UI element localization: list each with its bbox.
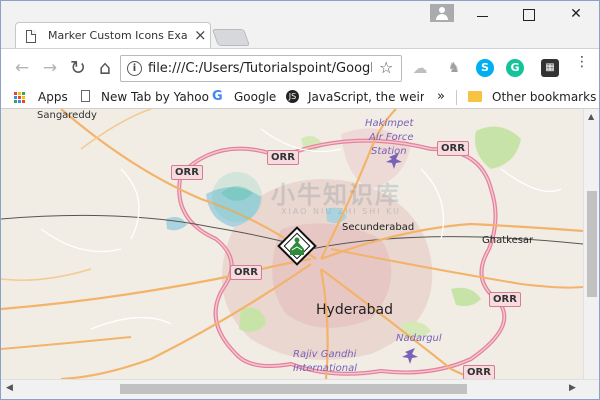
vertical-scrollbar[interactable]: ▲ (583, 109, 599, 379)
grammarly-icon[interactable]: G (506, 59, 524, 77)
apps-grid-icon (14, 92, 26, 104)
tab-title: Marker Custom Icons Exa (48, 29, 188, 42)
scroll-up-icon[interactable]: ▲ (588, 112, 594, 121)
forward-button[interactable]: → (39, 57, 61, 79)
orr-shield: ORR (489, 292, 521, 307)
address-bar[interactable]: i file:///C:/Users/Tutorialspoint/Googl … (120, 55, 402, 82)
place-secunderabad: Secunderabad (342, 222, 415, 233)
watermark-text: 小牛知识库 (271, 181, 401, 209)
reload-button[interactable]: ↻ (67, 57, 89, 79)
place-ghatkesar: Ghatkesar (482, 235, 534, 246)
close-window-button[interactable]: ✕ (561, 5, 591, 23)
skype-icon[interactable]: S (476, 59, 494, 77)
title-bar: Marker Custom Icons Exa × ✕ (1, 1, 599, 49)
place-nadargul: Nadargul (396, 333, 442, 344)
home-button[interactable]: ⌂ (94, 57, 116, 79)
page-icon (26, 30, 36, 43)
place-hakimpet: Hakimpet (365, 118, 414, 129)
google-icon: G (212, 89, 223, 104)
orr-shield: ORR (230, 265, 262, 280)
orr-shield: ORR (171, 165, 203, 180)
new-tab-button[interactable] (211, 29, 251, 46)
back-button[interactable]: ← (11, 57, 33, 79)
profile-icon[interactable] (430, 4, 454, 22)
folder-icon (468, 91, 482, 102)
bookmarks-bar: Apps New Tab by Yahoo G Google JS JavaSc… (1, 86, 599, 109)
bookmark-other[interactable]: Other bookmarks (468, 89, 596, 106)
profile-body (436, 14, 448, 20)
browser-toolbar: ← → ↻ ⌂ i file:///C:/Users/Tutorialspoin… (1, 48, 599, 86)
place-international: International (293, 363, 357, 374)
bookmark-star-icon[interactable]: ☆ (379, 58, 393, 77)
place-air-force: Air Force (369, 132, 414, 143)
page-icon (81, 90, 90, 102)
bookmark-label: New Tab by Yahoo (101, 90, 209, 104)
place-rajiv-gandhi: Rajiv Gandhi (293, 349, 357, 360)
orr-shield: ORR (437, 141, 469, 156)
minimize-button[interactable] (468, 5, 498, 23)
browser-window: Marker Custom Icons Exa × ✕ ← → ↻ ⌂ i fi… (0, 0, 600, 400)
tab-close-icon[interactable]: × (194, 26, 207, 44)
place-station: Station (371, 146, 407, 157)
bookmark-javascript-weird[interactable]: JS JavaScript, the weird (286, 89, 424, 106)
bookmark-apps[interactable]: Apps (14, 89, 69, 106)
bookmark-label: Apps (38, 90, 68, 104)
tab-marker-custom-icons[interactable]: Marker Custom Icons Exa × (15, 22, 211, 49)
info-icon[interactable]: i (127, 61, 142, 76)
bookmark-separator (456, 90, 457, 105)
extension-icon[interactable]: ▦ (541, 59, 559, 77)
url-text[interactable]: file:///C:/Users/Tutorialspoint/Googl (148, 61, 372, 76)
bookmark-new-tab-yahoo[interactable]: New Tab by Yahoo (81, 89, 209, 106)
horizontal-scroll-thumb[interactable] (120, 384, 467, 394)
bookmark-google[interactable]: G Google (212, 89, 278, 106)
shield-icon[interactable]: ♞ (445, 59, 463, 77)
bookmark-label: Google (234, 90, 277, 104)
bookmark-label: JavaScript, the weird (308, 90, 424, 104)
map-container[interactable]: Sangareddy Hakimpet Air Force Station Se… (1, 109, 599, 379)
scroll-left-icon[interactable]: ◀ (6, 383, 13, 393)
orr-shield: ORR (463, 365, 495, 379)
place-hyderabad: Hyderabad (316, 302, 393, 318)
more-bookmarks-icon[interactable]: » (437, 89, 451, 106)
maximize-button[interactable] (514, 5, 544, 23)
profile-head (439, 7, 445, 13)
orr-shield: ORR (267, 150, 299, 165)
place-sangareddy: Sangareddy (37, 110, 97, 121)
horizontal-scrollbar[interactable]: ◀ ▶ (1, 379, 599, 397)
scroll-right-icon[interactable]: ▶ (569, 383, 576, 393)
javascript-icon: JS (286, 90, 299, 103)
cloud-icon[interactable]: ☁ (411, 59, 429, 77)
vertical-scroll-thumb[interactable] (587, 191, 597, 297)
chrome-menu-icon[interactable]: ⋮ (575, 55, 589, 69)
bookmark-label: Other bookmarks (492, 90, 597, 104)
watermark-subtext: XIAO NIU ZHI SHI KU (281, 207, 402, 216)
